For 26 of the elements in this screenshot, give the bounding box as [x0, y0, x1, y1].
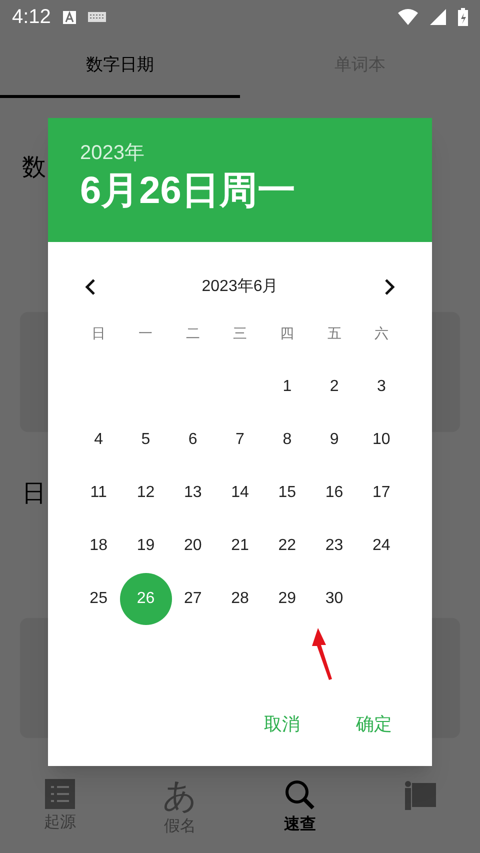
keyboard-icon: [88, 12, 106, 22]
weekday-label: 三: [232, 324, 248, 342]
weekday-label: 六: [373, 324, 390, 342]
weekday-label: 四: [279, 324, 296, 342]
nav-item[interactable]: 速查: [240, 771, 360, 853]
selected-date-title: 6月26日周一: [80, 169, 296, 214]
annotation-arrow: [310, 626, 334, 682]
weekday-label: 一: [138, 324, 154, 342]
teacher-board-icon: [404, 779, 436, 811]
section-heading: 数: [22, 153, 46, 183]
wifi-icon: [398, 9, 418, 25]
year-label: 2023年: [80, 141, 146, 166]
month-title: 2023年6月: [202, 277, 278, 297]
signal-icon: [430, 9, 446, 25]
list-icon: [45, 779, 75, 809]
chevron-right-icon[interactable]: [384, 278, 396, 296]
tab[interactable]: 数字日期: [0, 34, 240, 98]
battery-icon: [458, 8, 468, 26]
chevron-left-icon[interactable]: [84, 278, 96, 296]
weekday-label: 五: [326, 324, 342, 342]
text-input-icon: [62, 10, 76, 24]
search-icon: [284, 779, 316, 811]
status-time: 4:12: [12, 5, 51, 30]
weekday-label: 二: [184, 324, 201, 342]
weekday-label: 日: [90, 324, 107, 342]
section-heading: 日: [22, 479, 46, 509]
